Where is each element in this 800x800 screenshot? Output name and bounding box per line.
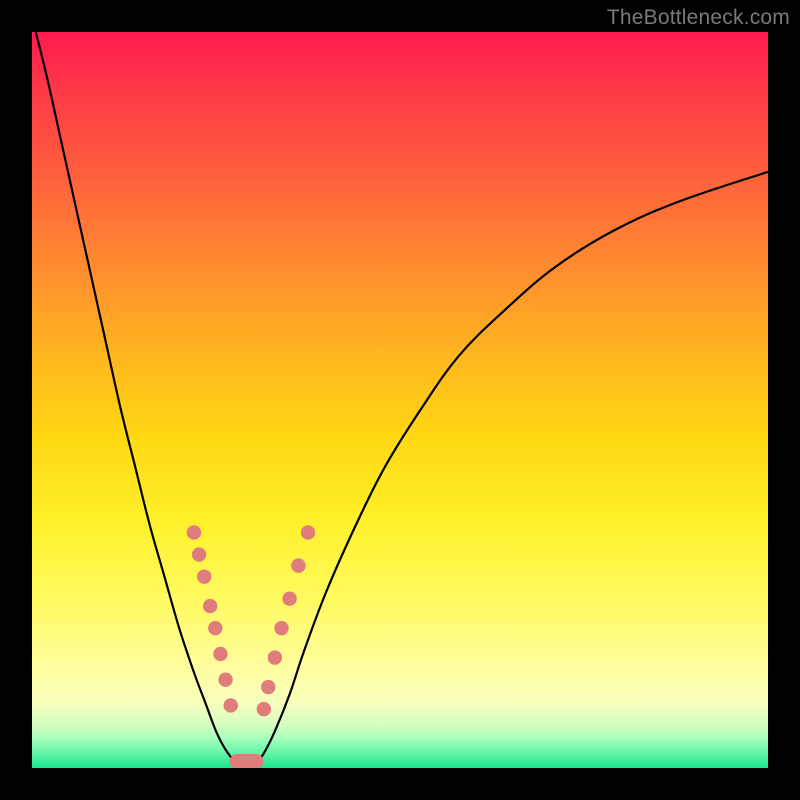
curve-marker-dot xyxy=(192,547,206,561)
curve-marker-dot xyxy=(282,592,296,606)
curve-marker-dot xyxy=(197,569,211,583)
bottleneck-curve-left xyxy=(32,32,237,763)
curve-marker-dot xyxy=(213,647,227,661)
bottleneck-curve-right xyxy=(256,172,768,763)
curve-marker-dot xyxy=(291,558,305,572)
curve-marker-dot xyxy=(257,702,271,716)
curve-marker-dot xyxy=(187,525,201,539)
marker-group xyxy=(187,525,315,768)
outer-frame: TheBottleneck.com xyxy=(0,0,800,800)
curve-marker-dot xyxy=(203,599,217,613)
curve-marker-dot xyxy=(218,672,232,686)
curve-layer xyxy=(32,32,768,768)
curve-marker-dot xyxy=(268,650,282,664)
curve-marker-dot xyxy=(301,525,315,539)
curve-marker-dot xyxy=(261,680,275,694)
watermark-text: TheBottleneck.com xyxy=(607,6,790,30)
plot-area xyxy=(32,32,768,768)
curve-marker-dot xyxy=(274,621,288,635)
curve-bottom-pill xyxy=(230,754,264,768)
curve-marker-dot xyxy=(224,698,238,712)
curve-marker-dot xyxy=(208,621,222,635)
